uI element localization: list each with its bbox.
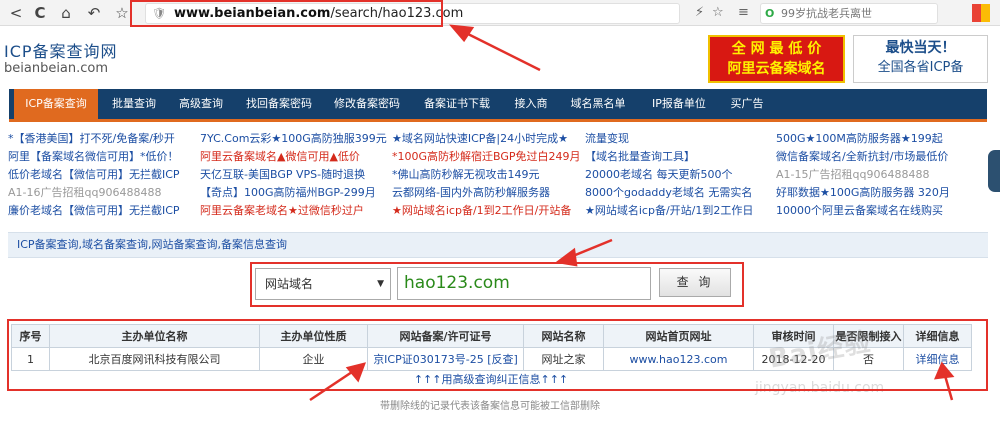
- main-nav: ICP备案查询 批量查询 高级查询 找回备案密码 修改备案密码 备案证书下载 接…: [9, 89, 987, 122]
- nav-ip-report[interactable]: IP报备单位: [641, 89, 717, 119]
- ad-link[interactable]: 10000个阿里云备案域名在线购买: [776, 202, 988, 220]
- arrow-url-head: [449, 24, 475, 43]
- table-footnote: 带删除线的记录代表该备案信息可能被工信部删除: [380, 401, 600, 412]
- annotation-box-search: [250, 262, 744, 307]
- back-icon[interactable]: <: [6, 3, 26, 23]
- ad-link[interactable]: 廉价老域名【微信可用】无拦截ICP: [8, 202, 196, 220]
- site-domain: beianbeian.com: [4, 61, 109, 76]
- ad-link[interactable]: 阿里云备案老域名★过微信秒过户: [200, 202, 390, 220]
- ad-link[interactable]: ★网站域名icp备/1到2工作日/开站备: [392, 202, 584, 220]
- nav-recover-password[interactable]: 找回备案密码: [237, 89, 321, 119]
- ad-link[interactable]: 好耶数据★100G高防服务器 320月: [776, 184, 988, 202]
- ad-link[interactable]: ★域名网站快速ICP备|24小时完成★: [392, 130, 584, 148]
- search-engine-icon: O: [765, 7, 775, 20]
- home-icon[interactable]: ⌂: [56, 3, 76, 23]
- ad-link[interactable]: 低价老域名【微信可用】无拦截ICP: [8, 166, 196, 184]
- bookmark-star-icon[interactable]: ☆: [712, 3, 724, 23]
- ad-links-grid: *【香港美国】打不死/免备案/秒开 阿里【备案域名微信可用】*低价！ 低价老域名…: [0, 130, 1000, 220]
- annotation-box-results: [7, 319, 988, 391]
- ad-link[interactable]: *100G高防秒解宿迁BGP免过白249月: [392, 148, 584, 166]
- ad-link[interactable]: 云都网络-国内外高防秒解服务器: [392, 184, 584, 202]
- arrow-url: [461, 29, 541, 72]
- screenshot-root: < C ⌂ ↶ ☆ 🛡 www.beianbeian.com/search/ha…: [0, 0, 1000, 421]
- undo-icon[interactable]: ↶: [84, 3, 104, 23]
- ad-link[interactable]: 阿里云备案域名▲微信可用▲低价: [200, 148, 390, 166]
- ad-link[interactable]: 7YC.Com云彩★100G高防独服399元: [200, 130, 390, 148]
- nav-provider[interactable]: 接入商: [505, 89, 557, 119]
- nav-advanced-query[interactable]: 高级查询: [169, 89, 233, 119]
- ad-link[interactable]: A1-15广告招租qq906488488: [776, 166, 988, 184]
- ad-link[interactable]: 20000老域名 每天更新500个: [585, 166, 773, 184]
- annotation-box-url: [130, 0, 443, 27]
- ad-link[interactable]: 流量变现: [585, 130, 773, 148]
- nav-buy-ads[interactable]: 买广告: [721, 89, 773, 119]
- nav-certificate-download[interactable]: 备案证书下载: [415, 89, 499, 119]
- refresh-icon[interactable]: C: [30, 3, 50, 23]
- banner-ad-icp[interactable]: 最快当天！ 全国各省ICP备: [853, 35, 988, 83]
- banner-ad-line: 最快当天！: [885, 40, 956, 56]
- ad-link[interactable]: 500G★100M高防服务器★199起: [776, 130, 988, 148]
- banner-ad-line: 全 网 最 低 价: [731, 41, 822, 57]
- nav-batch-query[interactable]: 批量查询: [102, 89, 166, 119]
- banner-ad-line: 全国各省ICP备: [877, 60, 964, 75]
- ad-link[interactable]: 8000个godaddy老域名 无需实名: [585, 184, 773, 202]
- ad-link[interactable]: *佛山高防秒解无视攻击149元: [392, 166, 584, 184]
- browser-search-placeholder: 99岁抗战老兵离世: [781, 7, 872, 20]
- menu-icon[interactable]: ≡: [738, 3, 749, 23]
- ad-link[interactable]: 【域名批量查询工具】: [585, 148, 773, 166]
- star-icon[interactable]: ☆: [112, 3, 132, 23]
- side-widget-tab[interactable]: [988, 150, 1000, 192]
- banner-ad-line: 阿里云备案域名: [727, 61, 826, 77]
- site-title[interactable]: ICP备案查询网: [4, 38, 118, 62]
- ad-link[interactable]: 【奇点】100G高防福州BGP-299月: [200, 184, 390, 202]
- nav-icp-query[interactable]: ICP备案查询: [14, 89, 98, 119]
- ad-link[interactable]: *【香港美国】打不死/免备案/秒开: [8, 130, 196, 148]
- ad-link[interactable]: 微信备案域名/全新抗封/市场最低价: [776, 148, 988, 166]
- nav-change-password[interactable]: 修改备案密码: [325, 89, 409, 119]
- search-section-title: ICP备案查询,域名备案查询,网站备案查询,备案信息查询: [8, 232, 988, 258]
- extension-icon[interactable]: [972, 4, 990, 22]
- ad-link[interactable]: ★网站域名icp备/开站/1到2工作日: [585, 202, 773, 220]
- banner-ad-aliyun[interactable]: 全 网 最 低 价 阿里云备案域名: [708, 35, 845, 83]
- browser-search-box[interactable]: O 99岁抗战老兵离世: [760, 3, 938, 24]
- ad-link[interactable]: A1-16广告招租qq906488488: [8, 184, 196, 202]
- ad-link[interactable]: 天亿互联-美国BGP VPS-随时退换: [200, 166, 390, 184]
- flash-icon[interactable]: ⚡: [695, 3, 704, 23]
- nav-domain-blacklist[interactable]: 域名黑名单: [561, 89, 635, 119]
- ad-link[interactable]: 阿里【备案域名微信可用】*低价！: [8, 148, 196, 166]
